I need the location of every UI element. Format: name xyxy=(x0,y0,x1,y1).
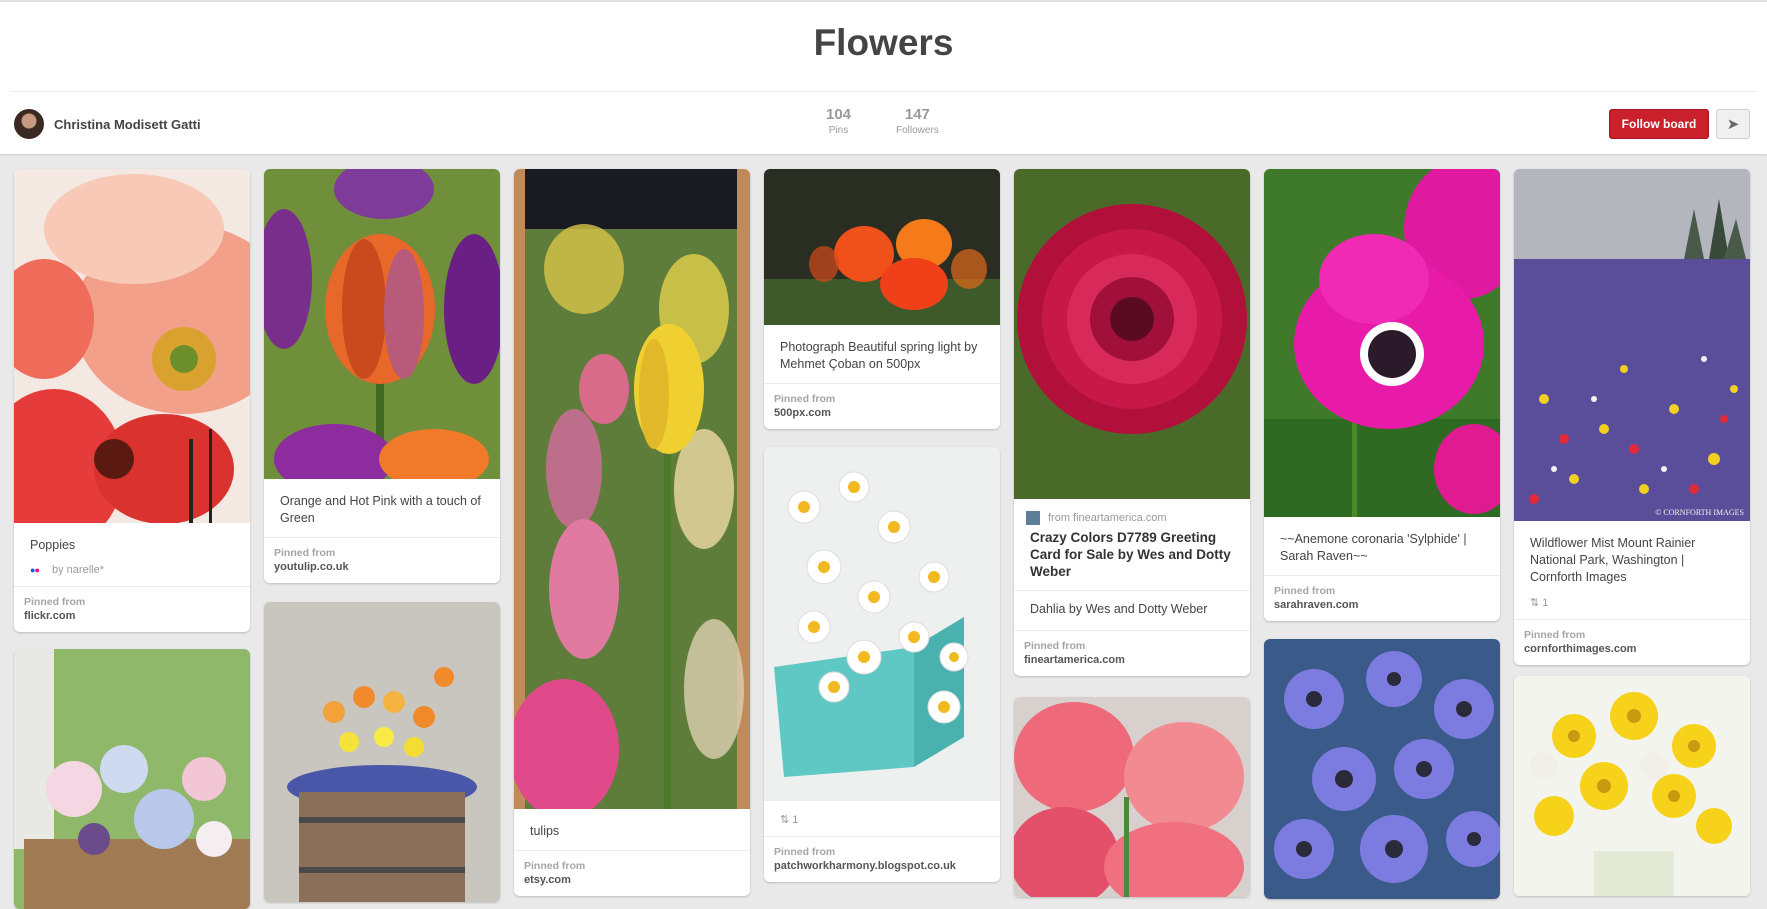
pin-card-anemone[interactable]: ~~Anemone coronaria 'Sylphide' | Sarah R… xyxy=(1264,169,1500,621)
pinned-site[interactable]: etsy.com xyxy=(524,874,740,886)
owner-name[interactable]: Christina Modisett Gatti xyxy=(54,117,201,132)
pin-card-garden-crate[interactable] xyxy=(14,649,250,909)
avatar[interactable] xyxy=(14,109,44,139)
pinned-from-label: Pinned from xyxy=(1274,585,1336,597)
pin-card-tulip-barrel[interactable] xyxy=(264,602,500,902)
pin-source[interactable]: Pinned from patchworkharmony.blogspot.co… xyxy=(764,836,1000,882)
pin-image-tulips[interactable] xyxy=(514,169,750,809)
followers-label: Followers xyxy=(896,125,939,136)
pin-image-tulip-barrel[interactable] xyxy=(264,602,500,902)
pin-image-peonies[interactable] xyxy=(1014,697,1250,897)
repin-count[interactable]: ⇅ 1 xyxy=(764,801,1000,836)
send-board-button[interactable]: ➤ xyxy=(1716,109,1750,139)
repin-number: 1 xyxy=(792,814,799,826)
pin-source-header[interactable]: from fineartamerica.com xyxy=(1014,499,1250,525)
pin-description: Poppies xyxy=(30,538,76,552)
pinned-site[interactable]: sarahraven.com xyxy=(1274,599,1490,611)
pin-card-tulips[interactable]: tulips Pinned from etsy.com xyxy=(514,169,750,896)
pin-description: Photograph Beautiful spring light by Meh… xyxy=(780,340,978,371)
pin-source[interactable]: Pinned from flickr.com xyxy=(14,586,250,632)
pin-image-wrap: © CORNFORTH IMAGES xyxy=(1514,169,1750,521)
pinned-from-label: Pinned from xyxy=(24,596,86,608)
pinned-site[interactable]: fineartamerica.com xyxy=(1024,654,1240,666)
pin-source[interactable]: Pinned from fineartamerica.com xyxy=(1014,630,1250,676)
pin-card-delphinium[interactable] xyxy=(1264,639,1500,899)
repin-icon: ⇅ xyxy=(1530,597,1543,609)
paper-plane-icon: ➤ xyxy=(1726,115,1740,133)
pin-image-orange-tulip[interactable] xyxy=(264,169,500,479)
pin-image-poppies[interactable] xyxy=(14,169,250,523)
pin-card-wildflower[interactable]: © CORNFORTH IMAGES Wildflower Mist Mount… xyxy=(1514,169,1750,665)
repin-icon: ⇅ xyxy=(780,814,793,826)
pin-image-anemone[interactable] xyxy=(1264,169,1500,517)
pin-image-yellow-daisies[interactable] xyxy=(1514,676,1750,896)
pins-label: Pins xyxy=(828,125,849,136)
pinned-site[interactable]: flickr.com xyxy=(24,610,240,622)
pin-description: Wildflower Mist Mount Rainier National P… xyxy=(1530,536,1696,584)
pinned-site[interactable]: cornforthimages.com xyxy=(1524,643,1740,655)
pin-description: Orange and Hot Pink with a touch of Gree… xyxy=(280,494,481,525)
pin-source[interactable]: Pinned from cornforthimages.com xyxy=(1514,619,1750,665)
pinned-from-label: Pinned from xyxy=(1024,640,1086,652)
pin-title[interactable]: Crazy Colors D7789 Greeting Card for Sal… xyxy=(1014,525,1250,590)
pin-source[interactable]: Pinned from 500px.com xyxy=(764,383,1000,429)
followers-stat[interactable]: 147 Followers xyxy=(896,106,939,136)
pin-card-peonies[interactable] xyxy=(1014,697,1250,897)
followers-count: 147 xyxy=(904,106,930,123)
pin-description: ~~Anemone coronaria 'Sylphide' | Sarah R… xyxy=(1280,532,1467,563)
pin-image-delphinium[interactable] xyxy=(1264,639,1500,899)
pin-description: Dahlia by Wes and Dotty Weber xyxy=(1014,590,1250,630)
pinned-from-label: Pinned from xyxy=(1524,629,1586,641)
pin-card-dahlia[interactable]: from fineartamerica.com Crazy Colors D77… xyxy=(1014,169,1250,676)
pinned-site[interactable]: patchworkharmony.blogspot.co.uk xyxy=(774,860,990,872)
pin-source[interactable]: Pinned from sarahraven.com xyxy=(1264,575,1500,621)
pin-source[interactable]: Pinned from etsy.com xyxy=(514,850,750,896)
pinned-site[interactable]: youtulip.co.uk xyxy=(274,561,490,573)
pin-source[interactable]: Pinned from youtulip.co.uk xyxy=(264,537,500,583)
pin-image-dahlia[interactable] xyxy=(1014,169,1250,499)
board-header: Flowers Christina Modisett Gatti 104 Pin… xyxy=(0,0,1767,154)
pin-description: tulips xyxy=(530,824,560,838)
pin-card-yellow-daisies[interactable] xyxy=(1514,676,1750,896)
pins-stat[interactable]: 104 Pins xyxy=(826,106,851,136)
pin-card-orange-tulip[interactable]: Orange and Hot Pink with a touch of Gree… xyxy=(264,169,500,583)
pin-image-garden-crate[interactable] xyxy=(14,649,250,909)
site-favicon-icon xyxy=(1026,511,1040,525)
pinned-site[interactable]: 500px.com xyxy=(774,407,990,419)
board-title: Flowers xyxy=(813,22,954,63)
header-divider xyxy=(10,91,1757,92)
pinned-from-label: Pinned from xyxy=(274,547,336,559)
pinned-from-label: Pinned from xyxy=(774,393,836,405)
pin-attribution[interactable]: ●● by narelle* xyxy=(14,564,250,586)
attribution-text[interactable]: by narelle* xyxy=(52,564,104,576)
pin-card-poppies[interactable]: Poppies ●● by narelle* Pinned from flick… xyxy=(14,169,250,632)
pin-card-spring-light[interactable]: Photograph Beautiful spring light by Meh… xyxy=(764,169,1000,429)
flickr-icon: ●● xyxy=(30,565,40,575)
pins-count: 104 xyxy=(826,106,852,123)
pinned-from-label: Pinned from xyxy=(524,860,586,872)
pin-card-daisies[interactable]: ⇅ 1 Pinned from patchworkharmony.blogspo… xyxy=(764,447,1000,882)
pin-image-spring-light[interactable] xyxy=(764,169,1000,325)
image-watermark: © CORNFORTH IMAGES xyxy=(1655,508,1744,517)
pinned-from-label: Pinned from xyxy=(774,846,836,858)
pin-image-wildflower[interactable] xyxy=(1514,169,1750,521)
pin-image-daisies[interactable] xyxy=(764,447,1000,801)
board-owner[interactable]: Christina Modisett Gatti xyxy=(14,109,201,139)
repin-count[interactable]: ⇅ 1 xyxy=(1514,596,1750,619)
source-domain[interactable]: from fineartamerica.com xyxy=(1048,512,1167,524)
follow-board-button[interactable]: Follow board xyxy=(1609,109,1709,139)
repin-number: 1 xyxy=(1542,597,1549,609)
